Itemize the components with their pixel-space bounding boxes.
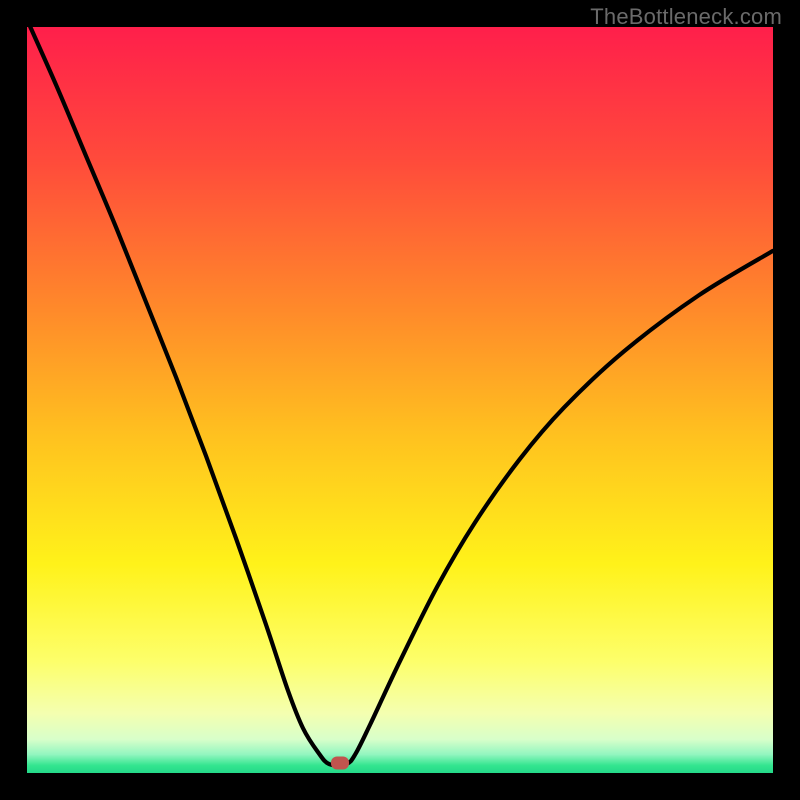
optimal-point-marker: [331, 757, 349, 770]
chart-plot-area: [27, 27, 773, 773]
watermark-text: TheBottleneck.com: [590, 4, 782, 30]
chart-frame: [27, 27, 773, 773]
bottleneck-curve: [27, 27, 773, 773]
